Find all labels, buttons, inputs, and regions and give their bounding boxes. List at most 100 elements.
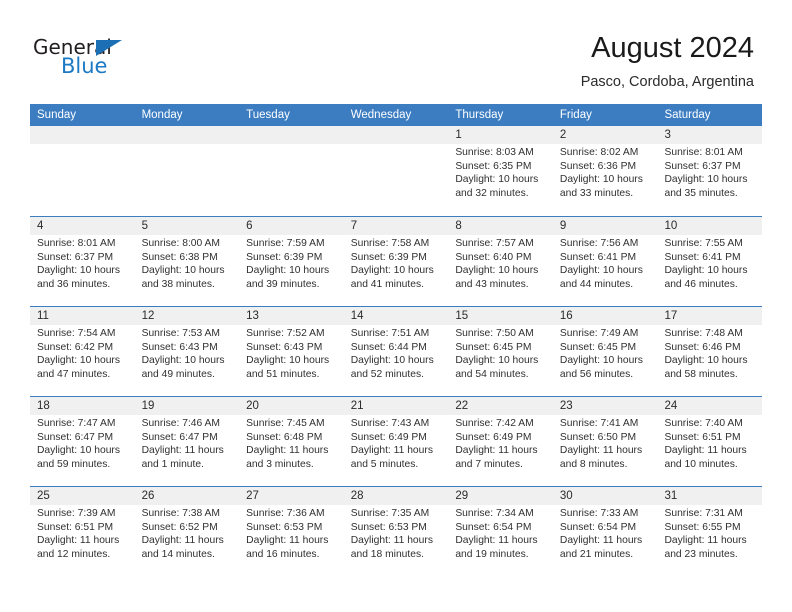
day-cell[interactable]: 6 Sunrise: 7:59 AM Sunset: 6:39 PM Daylight… [239, 217, 344, 306]
day-detail-line: Sunset: 6:51 PM [664, 431, 741, 443]
day-number: 3 [664, 129, 671, 141]
day-cell[interactable]: 24 Sunrise: 7:40 AM Sunset: 6:51 PM Dayligh… [657, 397, 762, 486]
day-number: 8 [455, 220, 462, 232]
day-detail-lines: Sunrise: 7:51 AM Sunset: 6:44 PM Daylight:… [351, 327, 443, 381]
day-cell[interactable]: 13 Sunrise: 7:52 AM Sunset: 6:43 PM Dayligh… [239, 307, 344, 396]
day-detail-line: Sunset: 6:40 PM [455, 251, 532, 263]
day-detail-line: Sunrise: 7:56 AM [559, 238, 639, 249]
calendar-page: General Blue August 2024 Pasco, Cordoba,… [0, 0, 792, 612]
day-detail-line: and 33 minutes. [559, 187, 634, 199]
day-detail-line: and 1 minute. [141, 458, 204, 470]
day-detail-line: Sunset: 6:49 PM [455, 431, 532, 443]
day-detail-line: and 35 minutes. [664, 187, 738, 199]
day-cell[interactable]: 20 Sunrise: 7:45 AM Sunset: 6:48 PM Dayligh… [239, 397, 344, 486]
general-blue-logo[interactable]: General Blue [33, 36, 143, 80]
day-detail-line: Daylight: 11 hours [141, 535, 224, 547]
day-detail-line: Sunset: 6:39 PM [350, 251, 427, 263]
weekday-header-monday: Monday [141, 109, 183, 121]
day-cell[interactable]: 27 Sunrise: 7:36 AM Sunset: 6:53 PM Dayligh… [239, 487, 344, 576]
day-cell[interactable]: 10 Sunrise: 7:55 AM Sunset: 6:41 PM Dayligh… [657, 217, 762, 306]
day-detail-line: Daylight: 11 hours [455, 535, 538, 547]
day-cell[interactable]: 2 Sunrise: 8:02 AM Sunset: 6:36 PM Daylight… [553, 126, 658, 216]
day-number: 7 [350, 220, 358, 232]
day-number: 9 [559, 220, 567, 232]
day-detail-line: Daylight: 10 hours [455, 174, 539, 186]
day-number: 15 [455, 310, 469, 322]
calendar-week-row: 18 Sunrise: 7:47 AM Sunset: 6:47 PM Dayligh… [30, 396, 762, 486]
day-number: 26 [141, 490, 155, 502]
weekday-header-thursday: Thursday [455, 109, 504, 121]
day-cell[interactable]: 17 Sunrise: 7:48 AM Sunset: 6:46 PM Dayligh… [657, 307, 762, 396]
day-detail-line: and 41 minutes. [350, 278, 425, 290]
day-detail-line: and 44 minutes. [559, 278, 634, 290]
weekday-header-friday: Friday [559, 109, 592, 121]
day-cell[interactable]: 25 Sunrise: 7:39 AM Sunset: 6:51 PM Dayligh… [30, 487, 135, 576]
day-cell[interactable]: 12 Sunrise: 7:53 AM Sunset: 6:43 PM Dayligh… [135, 307, 240, 396]
day-number: 10 [664, 220, 678, 232]
day-cell[interactable]: 29 Sunrise: 7:34 AM Sunset: 6:54 PM Dayligh… [448, 487, 553, 576]
day-detail-line: Daylight: 10 hours [559, 355, 643, 367]
day-detail-line: Sunrise: 7:31 AM [664, 508, 743, 519]
day-number: 6 [246, 220, 253, 232]
day-number: 25 [37, 490, 50, 502]
day-detail-line: and 52 minutes. [350, 368, 425, 380]
day-detail-line: Daylight: 11 hours [37, 535, 120, 547]
day-cell[interactable]: 3 Sunrise: 8:01 AM Sunset: 6:37 PM Daylight… [657, 126, 762, 216]
day-detail-line: Daylight: 10 hours [664, 174, 748, 186]
day-cell[interactable]: 16 Sunrise: 7:49 AM Sunset: 6:45 PM Dayligh… [553, 307, 658, 396]
day-detail-line: Sunrise: 7:59 AM [246, 238, 325, 249]
day-cell[interactable]: 11 Sunrise: 7:54 AM Sunset: 6:42 PM Dayligh… [30, 307, 135, 396]
day-detail-line: Sunrise: 7:55 AM [664, 238, 743, 249]
weekday-header-saturday: Saturday [664, 109, 711, 121]
day-cell[interactable]: 31 Sunrise: 7:31 AM Sunset: 6:55 PM Dayligh… [657, 487, 762, 576]
day-detail-line: Sunset: 6:39 PM [246, 251, 323, 263]
day-cell[interactable]: 9 Sunrise: 7:56 AM Sunset: 6:41 PM Daylight… [553, 217, 658, 306]
day-cell[interactable]: 5 Sunrise: 8:00 AM Sunset: 6:38 PM Daylight… [135, 217, 240, 306]
calendar-grid: Sunday Monday Tuesday Wednesday Thursday Frid… [30, 104, 762, 576]
day-detail-lines: Sunrise: 7:54 AM Sunset: 6:42 PM Daylight:… [37, 327, 129, 381]
day-number: 29 [455, 490, 469, 502]
day-detail-line: Sunset: 6:48 PM [246, 431, 323, 443]
day-cell[interactable]: 22 Sunrise: 7:42 AM Sunset: 6:49 PM Dayligh… [448, 397, 553, 486]
day-detail-line: Sunrise: 7:48 AM [664, 328, 743, 339]
day-detail-line: Daylight: 10 hours [246, 265, 330, 277]
day-detail-lines: Sunrise: 7:38 AM Sunset: 6:52 PM Daylight:… [142, 507, 234, 561]
day-cell[interactable]: 21 Sunrise: 7:43 AM Sunset: 6:49 PM Dayligh… [344, 397, 449, 486]
day-number: 21 [350, 400, 364, 412]
day-cell[interactable]: 7 Sunrise: 7:58 AM Sunset: 6:39 PM Daylight… [344, 217, 449, 306]
day-cell[interactable]: 30 Sunrise: 7:33 AM Sunset: 6:54 PM Dayligh… [553, 487, 658, 576]
day-detail-line: Sunset: 6:53 PM [350, 521, 427, 533]
day-detail-line: Sunset: 6:41 PM [664, 251, 741, 263]
day-detail-line: and 18 minutes. [350, 548, 425, 560]
day-detail-line: Sunrise: 7:46 AM [141, 418, 220, 429]
day-cell[interactable]: 26 Sunrise: 7:38 AM Sunset: 6:52 PM Dayligh… [135, 487, 240, 576]
day-cell[interactable]: 15 Sunrise: 7:50 AM Sunset: 6:45 PM Dayligh… [448, 307, 553, 396]
day-number: 23 [559, 400, 573, 412]
day-detail-line: and 36 minutes. [37, 278, 111, 290]
day-cell[interactable]: 1 Sunrise: 8:03 AM Sunset: 6:35 PM Daylight… [448, 126, 553, 216]
calendar-week-row: 1 Sunrise: 8:03 AM Sunset: 6:35 PM Daylight… [30, 126, 762, 216]
day-cell[interactable]: 4 Sunrise: 8:01 AM Sunset: 6:37 PM Daylight… [30, 217, 135, 306]
day-cell[interactable]: 18 Sunrise: 7:47 AM Sunset: 6:47 PM Dayligh… [30, 397, 135, 486]
day-detail-line: Sunrise: 7:34 AM [455, 508, 534, 519]
day-detail-line: and 54 minutes. [455, 368, 529, 380]
day-number: 13 [246, 310, 259, 322]
day-detail-lines: Sunrise: 7:40 AM Sunset: 6:51 PM Daylight:… [664, 417, 756, 471]
day-number: 22 [455, 400, 469, 412]
day-detail-line: Sunrise: 7:41 AM [559, 418, 639, 429]
day-detail-line: Sunrise: 7:49 AM [559, 328, 639, 339]
day-number: 31 [664, 490, 678, 502]
day-detail-line: Sunrise: 7:58 AM [350, 238, 430, 249]
day-cell-empty [135, 126, 240, 216]
day-detail-line: Sunset: 6:46 PM [664, 341, 741, 353]
day-detail-line: and 32 minutes. [455, 187, 529, 199]
day-cell[interactable]: 14 Sunrise: 7:51 AM Sunset: 6:44 PM Dayligh… [344, 307, 449, 396]
day-detail-line: and 49 minutes. [141, 368, 215, 380]
day-cell[interactable]: 8 Sunrise: 7:57 AM Sunset: 6:40 PM Daylight… [448, 217, 553, 306]
day-detail-line: Daylight: 10 hours [141, 355, 225, 367]
day-detail-line: Sunset: 6:36 PM [559, 160, 637, 172]
day-detail-lines: Sunrise: 7:52 AM Sunset: 6:43 PM Daylight:… [246, 327, 338, 381]
day-cell[interactable]: 28 Sunrise: 7:35 AM Sunset: 6:53 PM Dayligh… [344, 487, 449, 576]
day-cell[interactable]: 23 Sunrise: 7:41 AM Sunset: 6:50 PM Dayligh… [553, 397, 658, 486]
day-cell[interactable]: 19 Sunrise: 7:46 AM Sunset: 6:47 PM Dayligh… [135, 397, 240, 486]
